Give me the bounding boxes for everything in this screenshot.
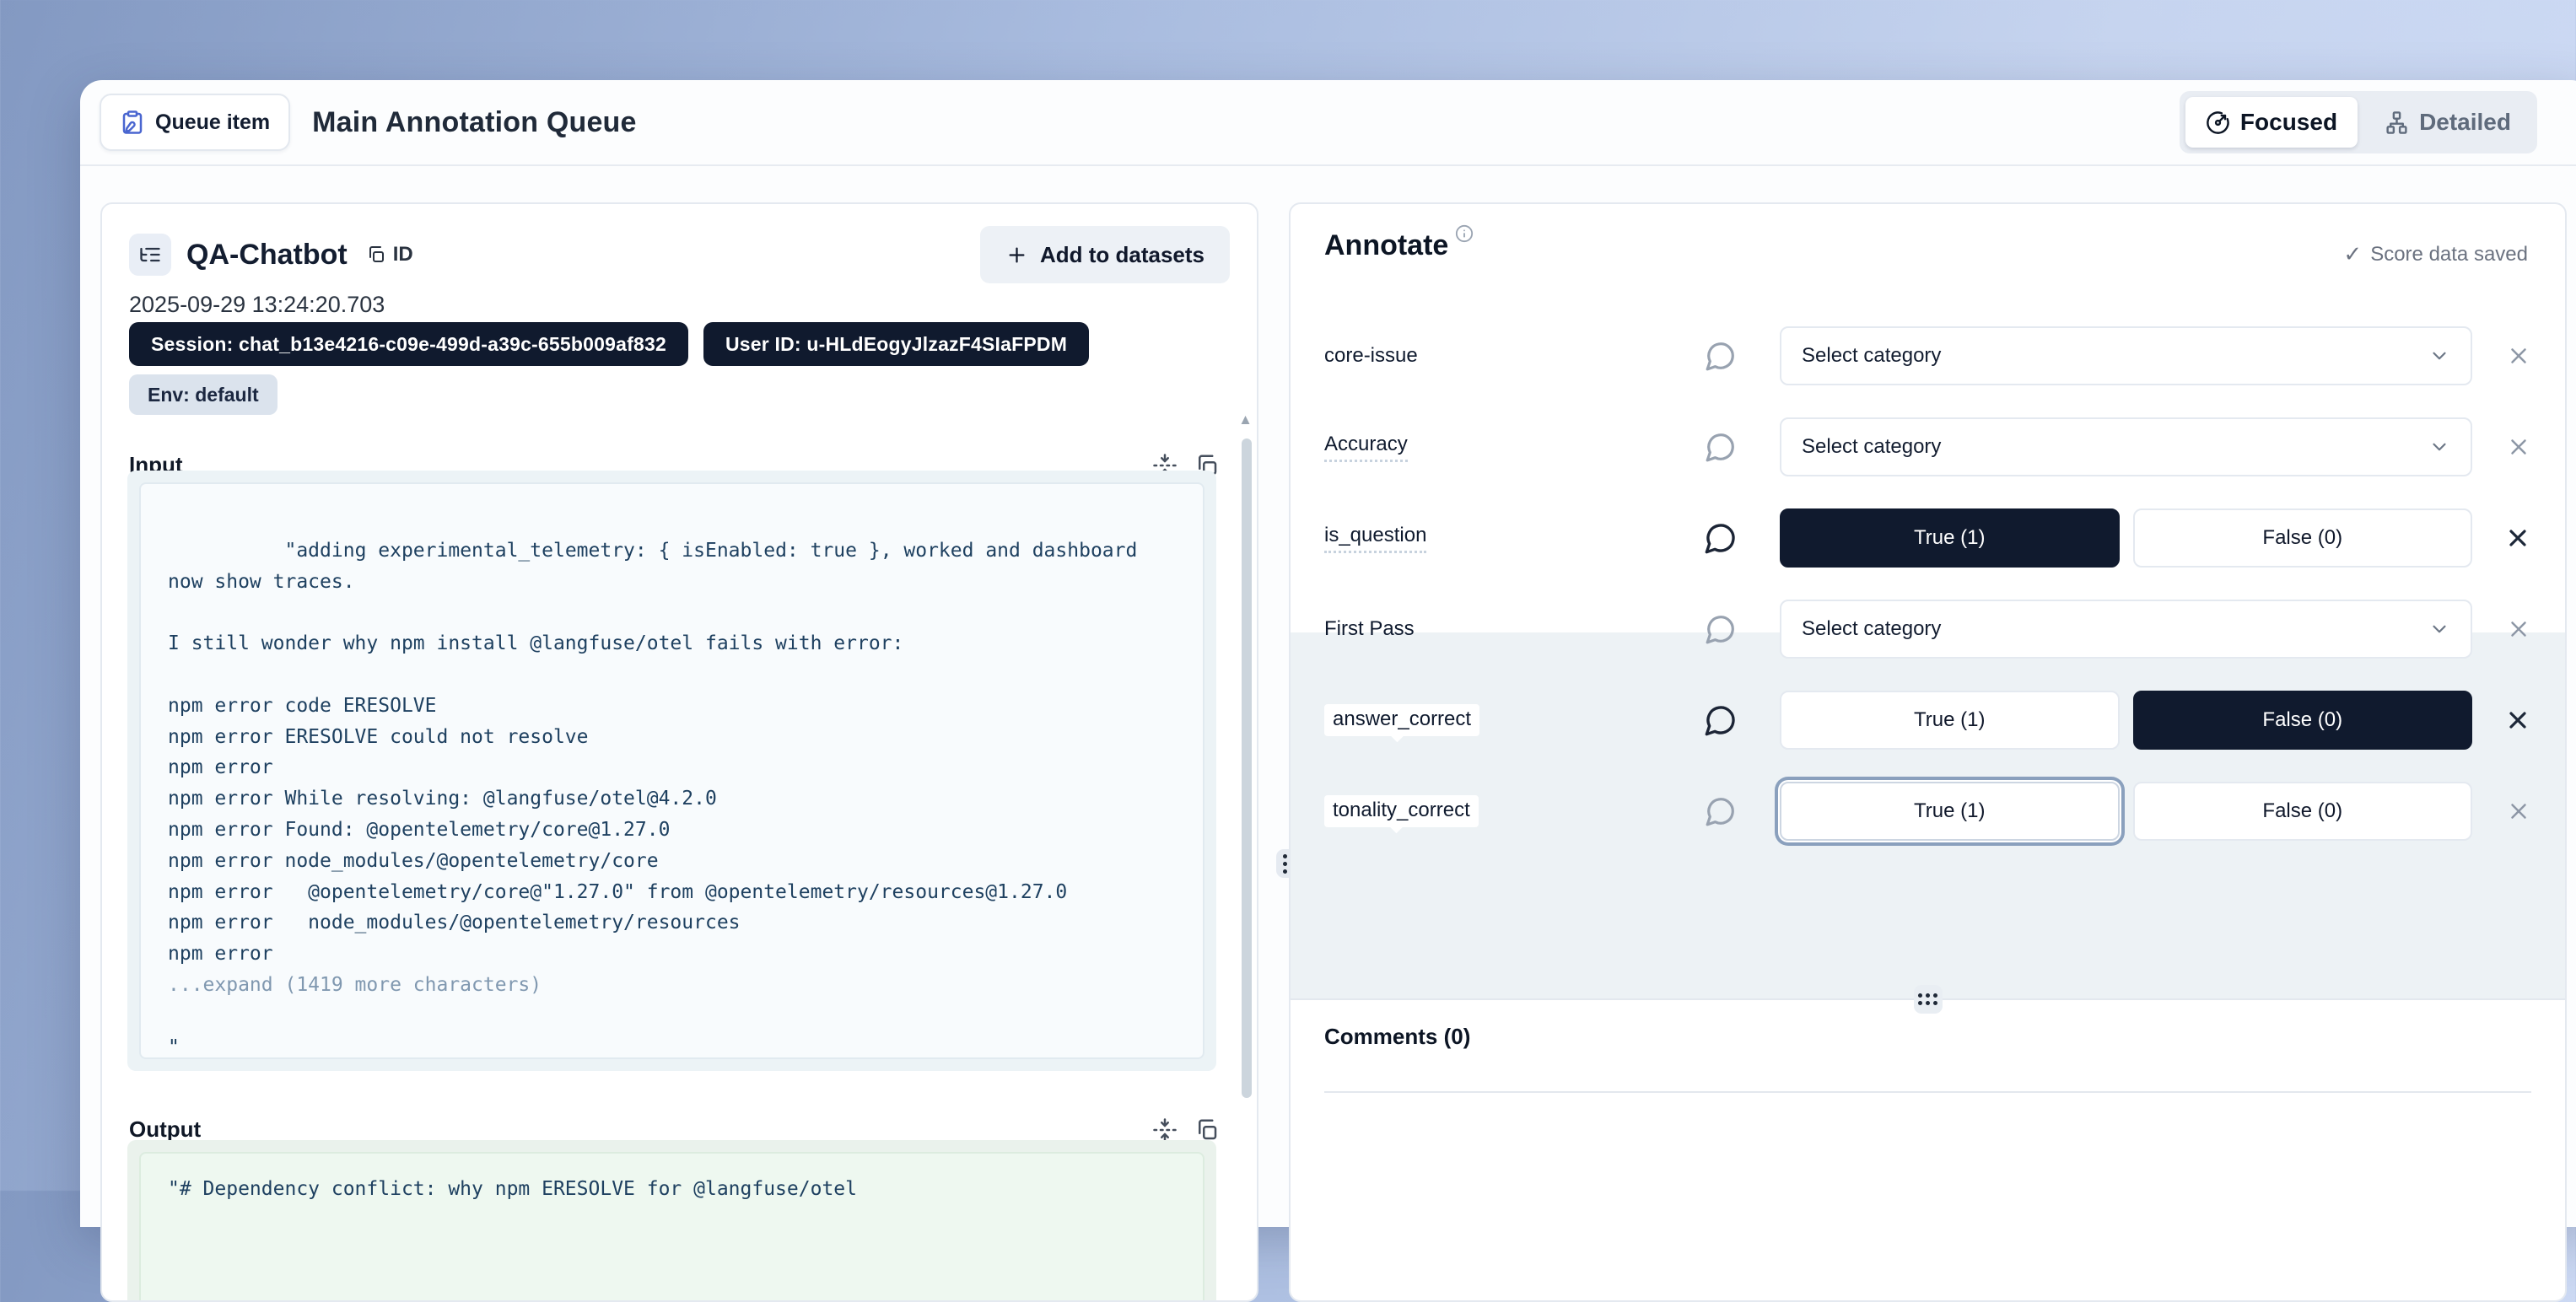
- queue-item-badge[interactable]: Queue item: [100, 94, 290, 151]
- trace-header: QA-Chatbot ID Add to datasets: [129, 223, 1230, 287]
- input-code-block: "adding experimental_telemetry: { isEnab…: [139, 482, 1204, 1059]
- view-toggle: Focused Detailed: [2180, 91, 2537, 153]
- comments-resize-handle[interactable]: [1914, 985, 1943, 1014]
- select-placeholder: Select category: [1802, 344, 1941, 368]
- copy-icon: [366, 245, 386, 265]
- score-row-answer-correct: answer_correct True (1) False (0): [1291, 675, 2565, 766]
- output-preview: "# Dependency conflict: why npm ERESOLVE…: [127, 1140, 1216, 1302]
- score-saved-label: Score data saved: [2370, 243, 2528, 266]
- copy-id-button[interactable]: ID: [366, 243, 413, 266]
- queue-item-label: Queue item: [155, 110, 270, 135]
- annotate-title: Annotate: [1324, 229, 1448, 262]
- comments-title: Comments (0): [1324, 1024, 1470, 1050]
- score-label: core-issue: [1324, 344, 1418, 368]
- gauge-icon: [2206, 110, 2230, 135]
- chevron-down-icon: [2428, 436, 2450, 458]
- tab-focused[interactable]: Focused: [2185, 97, 2358, 148]
- check-icon: ✓: [2343, 241, 2362, 267]
- false-button[interactable]: False (0): [2133, 508, 2473, 568]
- fold-vertical-icon[interactable]: [1152, 1117, 1178, 1143]
- add-to-datasets-button[interactable]: Add to datasets: [980, 226, 1230, 283]
- scrollbar-thumb[interactable]: [1242, 438, 1252, 1098]
- comment-bubble-icon[interactable]: [1705, 613, 1737, 645]
- output-code-block: "# Dependency conflict: why npm ERESOLVE…: [139, 1152, 1204, 1302]
- chevron-down-icon: [2428, 618, 2450, 640]
- expand-input-link[interactable]: ...expand (1419 more characters): [168, 974, 542, 996]
- copy-output-icon[interactable]: [1194, 1117, 1220, 1143]
- output-section-header: Output: [129, 1116, 1220, 1143]
- info-icon[interactable]: [1455, 224, 1474, 243]
- tab-focused-label: Focused: [2240, 109, 2337, 136]
- comment-bubble-icon[interactable]: [1705, 795, 1737, 827]
- comment-bubble-icon[interactable]: [1705, 431, 1737, 463]
- score-row-is-question: is_question True (1) False (0): [1291, 492, 2565, 584]
- score-label: tonality_correct: [1324, 795, 1479, 827]
- score-saved-status: ✓ Score data saved: [2343, 241, 2528, 267]
- trace-name: QA-Chatbot: [186, 239, 348, 272]
- page-title: Main Annotation Queue: [312, 106, 636, 139]
- grip-dots-icon: [1918, 993, 1937, 1005]
- category-select[interactable]: Select category: [1780, 600, 2472, 659]
- annotate-panel: Annotate ✓ Score data saved core-issue S…: [1289, 202, 2567, 1302]
- input-closing-quote: ": [168, 1032, 1176, 1059]
- comment-bubble-icon[interactable]: [1705, 340, 1737, 372]
- false-button[interactable]: False (0): [2133, 691, 2473, 750]
- score-label: First Pass: [1324, 617, 1415, 641]
- output-text: "# Dependency conflict: why npm ERESOLVE…: [141, 1154, 1203, 1225]
- delete-score-button[interactable]: [2506, 616, 2531, 642]
- output-title: Output: [129, 1116, 201, 1143]
- comment-bubble-icon[interactable]: [1704, 521, 1738, 555]
- score-rows: core-issue Select category Accuracy: [1291, 310, 2565, 857]
- input-preview: "adding experimental_telemetry: { isEnab…: [127, 471, 1216, 1071]
- tab-detailed-label: Detailed: [2419, 109, 2511, 136]
- score-row-first-pass: First Pass Select category: [1291, 584, 2565, 675]
- score-label: answer_correct: [1324, 704, 1479, 736]
- clipboard-pen-icon: [120, 110, 145, 135]
- id-label: ID: [393, 243, 413, 266]
- annotate-header: Annotate: [1324, 229, 1474, 262]
- comment-bubble-icon[interactable]: [1704, 703, 1738, 737]
- trace-badges: Session: chat_b13e4216-c09e-499d-a39c-65…: [129, 322, 1089, 366]
- env-badge: Env: default: [129, 374, 278, 415]
- session-badge[interactable]: Session: chat_b13e4216-c09e-499d-a39c-65…: [129, 322, 688, 366]
- score-label: Accuracy: [1324, 433, 1408, 462]
- score-row-tonality-correct: tonality_correct True (1) False (0): [1291, 766, 2565, 857]
- chevron-down-icon: [2428, 345, 2450, 367]
- delete-score-button[interactable]: [2506, 343, 2531, 369]
- scrollbar-up-arrow[interactable]: ▲: [1238, 412, 1253, 428]
- false-button[interactable]: False (0): [2133, 782, 2473, 841]
- delete-score-button[interactable]: [2504, 525, 2531, 551]
- add-to-datasets-label: Add to datasets: [1040, 242, 1204, 268]
- score-row-accuracy: Accuracy Select category: [1291, 401, 2565, 492]
- list-tree-icon: [129, 234, 171, 276]
- true-button[interactable]: True (1): [1780, 508, 2120, 568]
- workflow-icon: [2385, 110, 2409, 135]
- user-id-badge[interactable]: User ID: u-HLdEogyJlzazF4SIaFPDM: [703, 322, 1089, 366]
- trace-timestamp: 2025-09-29 13:24:20.703: [129, 292, 385, 318]
- score-label: is_question: [1324, 524, 1426, 553]
- input-text: "adding experimental_telemetry: { isEnab…: [168, 540, 1149, 965]
- main-window: Queue item Main Annotation Queue Focused…: [80, 80, 2576, 1227]
- delete-score-button[interactable]: [2504, 707, 2531, 734]
- true-button[interactable]: True (1): [1780, 782, 2120, 841]
- category-select[interactable]: Select category: [1780, 417, 2472, 476]
- plus-icon: [1005, 244, 1028, 266]
- select-placeholder: Select category: [1802, 617, 1941, 641]
- category-select[interactable]: Select category: [1780, 326, 2472, 385]
- select-placeholder: Select category: [1802, 435, 1941, 459]
- delete-score-button[interactable]: [2506, 434, 2531, 460]
- true-button[interactable]: True (1): [1780, 691, 2120, 750]
- tab-detailed[interactable]: Detailed: [2364, 97, 2531, 148]
- trace-panel: QA-Chatbot ID Add to datasets 2025-09-29…: [100, 202, 1258, 1302]
- delete-score-button[interactable]: [2506, 799, 2531, 824]
- window-header: Queue item Main Annotation Queue Focused…: [80, 80, 2576, 166]
- comments-rule: [1324, 1091, 2531, 1093]
- score-row-core-issue: core-issue Select category: [1291, 310, 2565, 401]
- annotation-queue-page: { "header": { "queue_item_label": "Queue…: [0, 0, 2576, 1191]
